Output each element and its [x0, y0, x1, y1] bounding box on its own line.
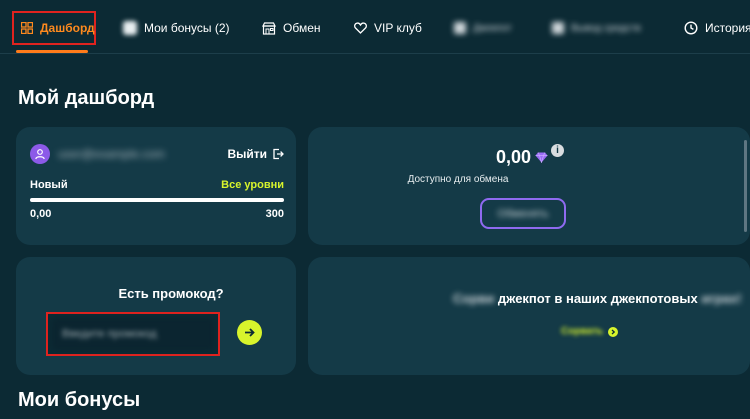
balance-amount-row: 0,00: [496, 147, 548, 168]
jackpot-suffix: играх!: [701, 291, 742, 306]
nav-tab-label: Мои бонусы (2): [144, 21, 230, 35]
nav-tab-label: Вывод средств: [571, 22, 641, 34]
balance-caption: Доступно для обмена: [407, 174, 509, 185]
jackpot-text: Сорви джекпот в наших джекпотовых играх!: [453, 291, 743, 306]
nav-tab-vip-club[interactable]: VIP клуб: [354, 11, 422, 45]
blurred-icon: [454, 22, 466, 34]
nav-tab-withdrawal[interactable]: Вывод средств: [552, 11, 641, 45]
info-icon[interactable]: i: [551, 144, 564, 157]
arrow-right-icon: [245, 328, 255, 337]
nav-tab-label: Обмен: [283, 21, 321, 35]
blurred-icon: [552, 22, 564, 34]
clock-icon: [684, 21, 698, 35]
jackpot-main: джекпот в наших джекпотовых: [497, 291, 698, 306]
diamond-icon: [535, 152, 548, 163]
nav-tab-jackpot[interactable]: Джекпот: [454, 11, 512, 45]
logout-button[interactable]: Выйти: [227, 147, 284, 161]
jackpot-link-label: Сорвать: [561, 326, 604, 337]
jackpot-link[interactable]: Сорвать: [561, 326, 619, 337]
store-icon: [262, 21, 276, 35]
progress-min-value: 0,00: [30, 208, 52, 220]
balance-card: 0,00 i Доступно для обмена Обменять: [308, 127, 750, 245]
promo-title: Есть промокод?: [118, 286, 224, 301]
user-icon: [35, 149, 45, 160]
exchange-button[interactable]: Обменять: [480, 198, 566, 229]
profile-card: user@example.com Выйти Новый Все уровни …: [16, 127, 296, 245]
heart-icon: [354, 22, 367, 34]
scrollbar[interactable]: [744, 140, 747, 232]
nav-tab-label: Дашборд: [40, 21, 95, 35]
gift-icon: [123, 21, 137, 35]
jackpot-prefix: Сорви: [453, 291, 495, 306]
exchange-button-label: Обменять: [497, 207, 549, 220]
dashboard-grid-icon: [21, 22, 33, 34]
level-name: Новый: [30, 179, 68, 191]
active-tab-underline: [16, 50, 88, 53]
promo-input-highlight: [46, 312, 220, 356]
bonuses-heading: Мои бонусы: [18, 389, 141, 411]
jackpot-card: Сорви джекпот в наших джекпотовых играх!…: [308, 257, 750, 375]
avatar[interactable]: [30, 144, 50, 164]
promo-submit-button[interactable]: [237, 320, 262, 345]
nav-tab-label: VIP клуб: [374, 21, 422, 35]
nav-tab-dashboard[interactable]: Дашборд: [12, 11, 96, 45]
balance-amount: 0,00: [496, 147, 532, 167]
chevron-right-icon: [608, 326, 619, 337]
nav-tab-label: Джекпот: [473, 22, 512, 34]
username: user@example.com: [58, 147, 165, 161]
top-nav: Дашборд Мои бонусы (2) Обмен VIP клуб Дж…: [0, 0, 750, 54]
page-title: Мой дашборд: [18, 87, 155, 109]
nav-tab-label: История: [705, 21, 750, 35]
promo-code-input[interactable]: [52, 318, 214, 350]
nav-tab-history[interactable]: История: [684, 11, 750, 45]
progress-max-value: 300: [265, 208, 284, 220]
nav-tab-exchange[interactable]: Обмен: [262, 11, 321, 45]
all-levels-link[interactable]: Все уровни: [221, 179, 284, 191]
logout-icon: [273, 148, 284, 160]
nav-tab-my-bonuses[interactable]: Мои бонусы (2): [123, 11, 230, 45]
logout-label: Выйти: [227, 147, 267, 161]
level-progress-bar: [30, 198, 284, 202]
promo-card: Есть промокод?: [16, 257, 296, 375]
